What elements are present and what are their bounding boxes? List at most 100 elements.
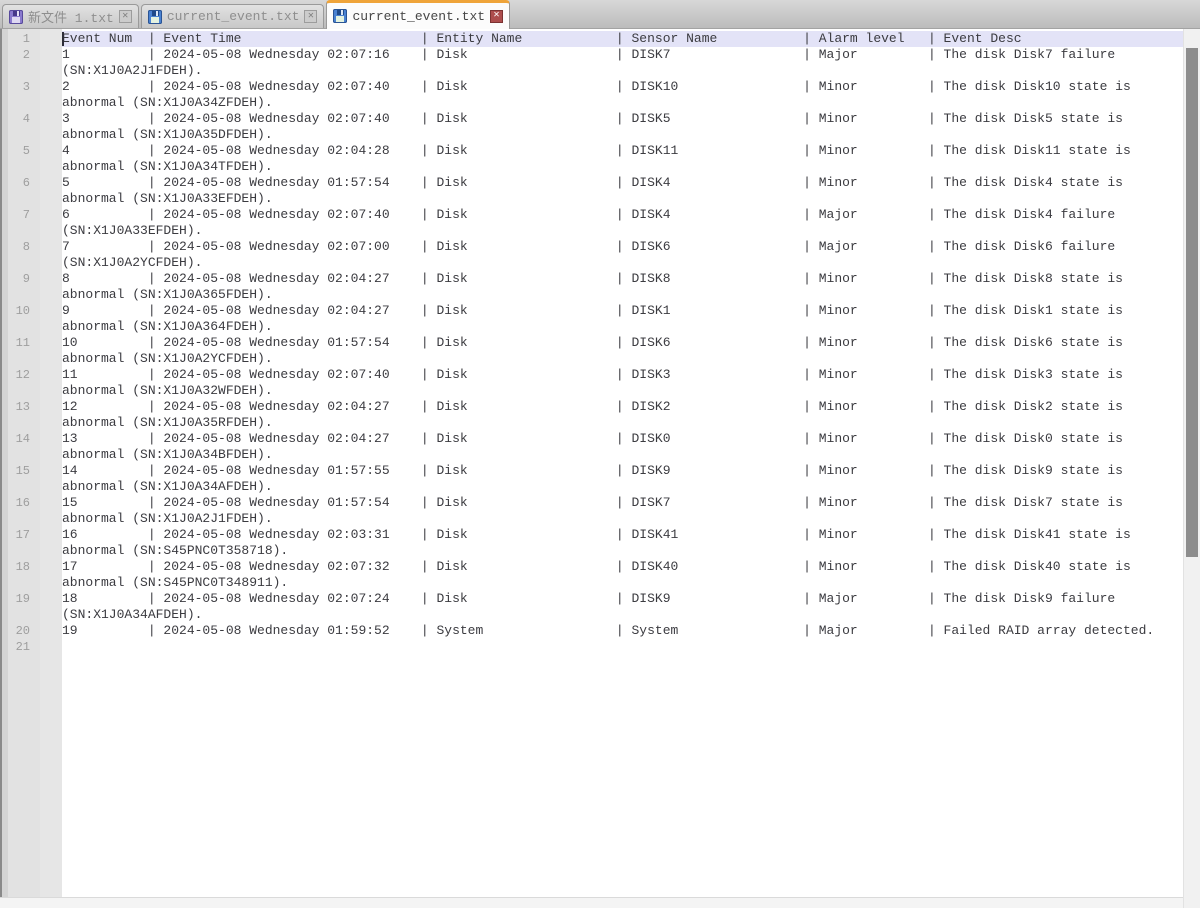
horizontal-scrollbar[interactable] xyxy=(0,897,1183,908)
close-tab-icon[interactable]: ✕ xyxy=(490,10,503,23)
editor-line-text[interactable]: (SN:X1J0A34AFDEH). xyxy=(62,607,1183,623)
editor-line-text[interactable]: 3 | 2024-05-08 Wednesday 02:07:40 | Disk… xyxy=(62,111,1183,127)
editor-line-text[interactable]: abnormal (SN:X1J0A35RFDEH). xyxy=(62,415,1183,431)
line-number: 19 xyxy=(0,591,62,607)
editor-line-text[interactable]: abnormal (SN:X1J0A35DFDEH). xyxy=(62,127,1183,143)
editor-line[interactable]: (SN:X1J0A2J1FDEH). xyxy=(0,63,1183,79)
editor-line[interactable]: 98 | 2024-05-08 Wednesday 02:04:27 | Dis… xyxy=(0,271,1183,287)
editor-line[interactable]: abnormal (SN:X1J0A35DFDEH). xyxy=(0,127,1183,143)
editor-line-text[interactable] xyxy=(62,639,1183,655)
line-number xyxy=(0,607,62,623)
editor-line[interactable]: 21 | 2024-05-08 Wednesday 02:07:16 | Dis… xyxy=(0,47,1183,63)
editor-line-text[interactable]: abnormal (SN:S45PNC0T348911). xyxy=(62,575,1183,591)
editor-line-text[interactable]: 1 | 2024-05-08 Wednesday 02:07:16 | Disk… xyxy=(62,47,1183,63)
editor-line-text[interactable]: 14 | 2024-05-08 Wednesday 01:57:55 | Dis… xyxy=(62,463,1183,479)
editor-line[interactable]: 65 | 2024-05-08 Wednesday 01:57:54 | Dis… xyxy=(0,175,1183,191)
tab-label: 新文件 1.txt xyxy=(28,7,114,26)
editor-line[interactable]: 43 | 2024-05-08 Wednesday 02:07:40 | Dis… xyxy=(0,111,1183,127)
editor-line[interactable]: 32 | 2024-05-08 Wednesday 02:07:40 | Dis… xyxy=(0,79,1183,95)
editor-line[interactable]: abnormal (SN:X1J0A34TFDEH). xyxy=(0,159,1183,175)
editor-line-text[interactable]: 2 | 2024-05-08 Wednesday 02:07:40 | Disk… xyxy=(62,79,1183,95)
line-number xyxy=(0,415,62,431)
editor-line[interactable]: 1Event Num | Event Time | Entity Name | … xyxy=(0,31,1183,47)
editor-line[interactable]: abnormal (SN:X1J0A34ZFDEH). xyxy=(0,95,1183,111)
tab-new-file-1[interactable]: 新文件 1.txt ✕ xyxy=(2,4,139,28)
editor-line[interactable]: abnormal (SN:S45PNC0T358718). xyxy=(0,543,1183,559)
editor-line[interactable]: abnormal (SN:X1J0A34AFDEH). xyxy=(0,479,1183,495)
line-number: 20 xyxy=(0,623,62,639)
editor-line-text[interactable]: 7 | 2024-05-08 Wednesday 02:07:00 | Disk… xyxy=(62,239,1183,255)
editor-line-text-current[interactable]: Event Num | Event Time | Entity Name | S… xyxy=(62,31,1183,47)
editor-line-text[interactable]: abnormal (SN:S45PNC0T358718). xyxy=(62,543,1183,559)
line-number: 11 xyxy=(0,335,62,351)
editor-line-text[interactable]: 5 | 2024-05-08 Wednesday 01:57:54 | Disk… xyxy=(62,175,1183,191)
editor-line[interactable]: 76 | 2024-05-08 Wednesday 02:07:40 | Dis… xyxy=(0,207,1183,223)
editor-line-text[interactable]: 17 | 2024-05-08 Wednesday 02:07:32 | Dis… xyxy=(62,559,1183,575)
editor-line-text[interactable]: 16 | 2024-05-08 Wednesday 02:03:31 | Dis… xyxy=(62,527,1183,543)
editor-line[interactable]: 87 | 2024-05-08 Wednesday 02:07:00 | Dis… xyxy=(0,239,1183,255)
editor-line[interactable]: 1817 | 2024-05-08 Wednesday 02:07:32 | D… xyxy=(0,559,1183,575)
editor-line[interactable]: (SN:X1J0A34AFDEH). xyxy=(0,607,1183,623)
line-number xyxy=(0,127,62,143)
editor-line[interactable]: 109 | 2024-05-08 Wednesday 02:04:27 | Di… xyxy=(0,303,1183,319)
vertical-scrollbar[interactable] xyxy=(1183,29,1200,908)
editor-line-text[interactable]: 13 | 2024-05-08 Wednesday 02:04:27 | Dis… xyxy=(62,431,1183,447)
editor-line-text[interactable]: abnormal (SN:X1J0A34BFDEH). xyxy=(62,447,1183,463)
editor-line[interactable]: abnormal (SN:X1J0A2YCFDEH). xyxy=(0,351,1183,367)
editor-line-text[interactable]: abnormal (SN:X1J0A34AFDEH). xyxy=(62,479,1183,495)
line-number: 8 xyxy=(0,239,62,255)
editor-line-text[interactable]: abnormal (SN:X1J0A2YCFDEH). xyxy=(62,351,1183,367)
editor-line-text[interactable]: 12 | 2024-05-08 Wednesday 02:04:27 | Dis… xyxy=(62,399,1183,415)
editor-line[interactable]: 1413 | 2024-05-08 Wednesday 02:04:27 | D… xyxy=(0,431,1183,447)
editor-line[interactable]: 1615 | 2024-05-08 Wednesday 01:57:54 | D… xyxy=(0,495,1183,511)
editor-line-text[interactable]: abnormal (SN:X1J0A365FDEH). xyxy=(62,287,1183,303)
editor-line[interactable]: 1110 | 2024-05-08 Wednesday 01:57:54 | D… xyxy=(0,335,1183,351)
editor-line[interactable]: abnormal (SN:X1J0A364FDEH). xyxy=(0,319,1183,335)
editor-line-text[interactable]: 6 | 2024-05-08 Wednesday 02:07:40 | Disk… xyxy=(62,207,1183,223)
editor-line-text[interactable]: abnormal (SN:X1J0A34TFDEH). xyxy=(62,159,1183,175)
editor-line-text[interactable]: 9 | 2024-05-08 Wednesday 02:04:27 | Disk… xyxy=(62,303,1183,319)
editor-line-text[interactable]: 19 | 2024-05-08 Wednesday 01:59:52 | Sys… xyxy=(62,623,1183,639)
editor-line[interactable]: abnormal (SN:X1J0A2J1FDEH). xyxy=(0,511,1183,527)
tab-bar: 新文件 1.txt ✕ current_event.txt ✕ current_… xyxy=(0,0,1200,29)
editor-line-text[interactable]: abnormal (SN:X1J0A34ZFDEH). xyxy=(62,95,1183,111)
editor-line[interactable]: abnormal (SN:X1J0A365FDEH). xyxy=(0,287,1183,303)
editor-line-text[interactable]: 18 | 2024-05-08 Wednesday 02:07:24 | Dis… xyxy=(62,591,1183,607)
editor-line[interactable]: 2019 | 2024-05-08 Wednesday 01:59:52 | S… xyxy=(0,623,1183,639)
editor-line[interactable]: 54 | 2024-05-08 Wednesday 02:04:28 | Dis… xyxy=(0,143,1183,159)
editor-line[interactable]: (SN:X1J0A33EFDEH). xyxy=(0,223,1183,239)
editor-line-text[interactable]: 10 | 2024-05-08 Wednesday 01:57:54 | Dis… xyxy=(62,335,1183,351)
editor-line-text[interactable]: abnormal (SN:X1J0A364FDEH). xyxy=(62,319,1183,335)
editor-line-text[interactable]: (SN:X1J0A33EFDEH). xyxy=(62,223,1183,239)
editor-line-text[interactable]: abnormal (SN:X1J0A32WFDEH). xyxy=(62,383,1183,399)
editor-line-text[interactable]: abnormal (SN:X1J0A33EFDEH). xyxy=(62,191,1183,207)
text-editor[interactable]: 1Event Num | Event Time | Entity Name | … xyxy=(0,29,1200,908)
editor-line-text[interactable]: abnormal (SN:X1J0A2J1FDEH). xyxy=(62,511,1183,527)
editor-line-text[interactable]: 4 | 2024-05-08 Wednesday 02:04:28 | Disk… xyxy=(62,143,1183,159)
close-tab-icon[interactable]: ✕ xyxy=(119,10,132,23)
editor-line[interactable]: (SN:X1J0A2YCFDEH). xyxy=(0,255,1183,271)
editor-line[interactable]: 1312 | 2024-05-08 Wednesday 02:04:27 | D… xyxy=(0,399,1183,415)
editor-line[interactable]: abnormal (SN:X1J0A35RFDEH). xyxy=(0,415,1183,431)
editor-line[interactable]: 21 xyxy=(0,639,1183,655)
vertical-scrollbar-thumb[interactable] xyxy=(1186,48,1198,557)
editor-line[interactable]: 1716 | 2024-05-08 Wednesday 02:03:31 | D… xyxy=(0,527,1183,543)
close-tab-icon[interactable]: ✕ xyxy=(304,10,317,23)
editor-line[interactable]: abnormal (SN:X1J0A33EFDEH). xyxy=(0,191,1183,207)
line-number xyxy=(0,351,62,367)
editor-line[interactable]: abnormal (SN:S45PNC0T348911). xyxy=(0,575,1183,591)
editor-content[interactable]: 1Event Num | Event Time | Entity Name | … xyxy=(0,31,1183,655)
editor-line[interactable]: abnormal (SN:X1J0A34BFDEH). xyxy=(0,447,1183,463)
editor-line[interactable]: 1918 | 2024-05-08 Wednesday 02:07:24 | D… xyxy=(0,591,1183,607)
editor-line-text[interactable]: (SN:X1J0A2J1FDEH). xyxy=(62,63,1183,79)
editor-line-text[interactable]: 11 | 2024-05-08 Wednesday 02:07:40 | Dis… xyxy=(62,367,1183,383)
editor-line[interactable]: abnormal (SN:X1J0A32WFDEH). xyxy=(0,383,1183,399)
editor-line-text[interactable]: 8 | 2024-05-08 Wednesday 02:04:27 | Disk… xyxy=(62,271,1183,287)
editor-line-text[interactable]: 15 | 2024-05-08 Wednesday 01:57:54 | Dis… xyxy=(62,495,1183,511)
tab-current-event-2-active[interactable]: current_event.txt ✕ xyxy=(326,0,510,29)
editor-line[interactable]: 1211 | 2024-05-08 Wednesday 02:07:40 | D… xyxy=(0,367,1183,383)
tab-current-event-1[interactable]: current_event.txt ✕ xyxy=(141,4,325,28)
editor-line[interactable]: 1514 | 2024-05-08 Wednesday 01:57:55 | D… xyxy=(0,463,1183,479)
editor-line-text[interactable]: (SN:X1J0A2YCFDEH). xyxy=(62,255,1183,271)
line-number: 6 xyxy=(0,175,62,191)
